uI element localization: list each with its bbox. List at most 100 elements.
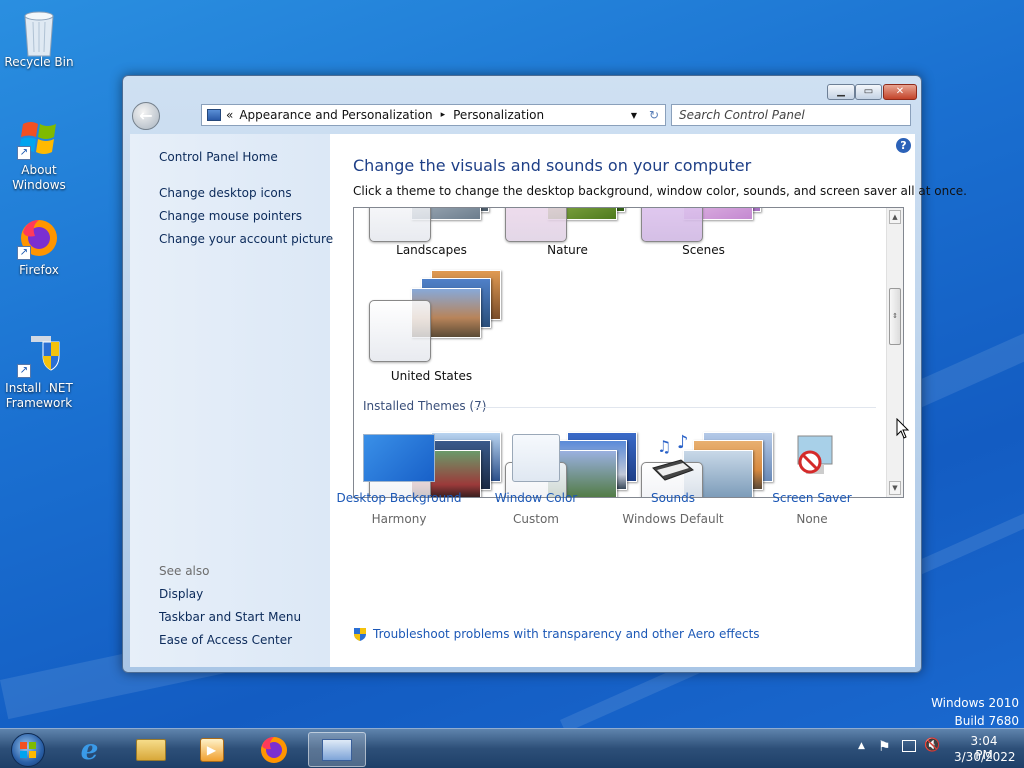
- see-also-taskbar[interactable]: Taskbar and Start Menu: [159, 610, 301, 624]
- breadcrumb-chevrons[interactable]: «: [226, 108, 233, 122]
- desktop-background-icon: [363, 434, 435, 482]
- minimize-icon: ▁: [837, 86, 845, 97]
- theme-list-scrollbar[interactable]: ▲ ⇕ ▼: [886, 208, 903, 497]
- troubleshoot-text[interactable]: Troubleshoot problems with transparency …: [373, 627, 760, 641]
- content-area: Control Panel Home Change desktop icons …: [130, 134, 967, 667]
- taskbar-windows-explorer[interactable]: [123, 732, 178, 767]
- theme-landscapes-label[interactable]: Landscapes: [354, 243, 509, 257]
- desktop-icon-label: Install .NET Framework: [5, 381, 73, 410]
- mouse-cursor-icon: [896, 417, 910, 443]
- taskbar-firefox[interactable]: [246, 732, 301, 767]
- watermark-line1: Windows 2010: [931, 696, 1019, 710]
- breadcrumb-separator[interactable]: ▸: [441, 110, 446, 120]
- scroll-down-icon[interactable]: ▼: [889, 481, 901, 495]
- help-icon[interactable]: ?: [896, 138, 911, 153]
- breadcrumb-personalization[interactable]: Personalization: [453, 108, 544, 122]
- sidebar-control-panel-home[interactable]: Control Panel Home: [159, 150, 278, 164]
- minimize-button[interactable]: ▁: [827, 84, 855, 100]
- window-color-value: Custom: [513, 512, 559, 526]
- back-button[interactable]: ←: [132, 102, 160, 130]
- troubleshoot-link[interactable]: Troubleshoot problems with transparency …: [353, 626, 760, 641]
- sounds-link[interactable]: ♫ ♪ Sounds Windows Default: [604, 432, 742, 526]
- section-divider: [474, 407, 876, 408]
- media-player-icon: ▶: [199, 737, 224, 762]
- shortcut-arrow-icon: ↗: [17, 364, 31, 378]
- sounds-value: Windows Default: [622, 512, 724, 526]
- sidebar-change-desktop-icons[interactable]: Change desktop icons: [159, 186, 292, 200]
- desktop-icon-firefox[interactable]: ↗ Firefox: [4, 216, 74, 278]
- maximize-icon: ▭: [863, 86, 874, 97]
- shortcut-arrow-icon: ↗: [17, 146, 31, 160]
- see-also-ease-of-access[interactable]: Ease of Access Center: [159, 633, 292, 647]
- clock-date[interactable]: 3/30/2022: [954, 750, 1016, 764]
- taskbar: e ▶ ▲ ⚑ 🔇 3:04 PM 3/30/2022: [0, 728, 1024, 768]
- screen-saver-value: None: [796, 512, 828, 526]
- theme-nature-label[interactable]: Nature: [490, 243, 645, 257]
- firefox-icon: ↗: [17, 216, 61, 260]
- search-input[interactable]: Search Control Panel: [671, 104, 911, 126]
- system-tray: ▲ ⚑ 🔇 3:04 PM 3/30/2022: [834, 729, 1024, 768]
- window-color-icon: [512, 434, 560, 482]
- theme-united-states[interactable]: [369, 268, 501, 364]
- theme-scenes-label[interactable]: Scenes: [626, 243, 781, 257]
- back-arrow-icon: ←: [139, 106, 153, 125]
- window-color-title[interactable]: Window Color: [467, 491, 605, 505]
- close-button[interactable]: ✕: [883, 84, 917, 100]
- windows-logo-icon: ↗: [17, 116, 61, 160]
- build-watermark: Windows 2010 Build 7680: [931, 694, 1019, 730]
- shield-installer-icon: ↗: [17, 334, 61, 378]
- refresh-icon[interactable]: ↻: [649, 108, 659, 122]
- desktop-icon-install-dotnet[interactable]: ↗ Install .NET Framework: [4, 334, 74, 411]
- control-panel-icon: [322, 738, 352, 761]
- installed-themes-heading: Installed Themes (7): [363, 399, 487, 413]
- theme-united-states-label[interactable]: United States: [354, 369, 509, 383]
- firefox-icon: [260, 736, 287, 763]
- scroll-thumb[interactable]: ⇕: [889, 288, 901, 345]
- screen-saver-title[interactable]: Screen Saver: [743, 491, 881, 505]
- personalization-window: ▁ ▭ ✕ ← « Appearance and Personalization…: [122, 75, 967, 673]
- taskbar-control-panel[interactable]: [308, 732, 366, 767]
- sidebar: Control Panel Home Change desktop icons …: [130, 134, 333, 667]
- action-center-flag-icon[interactable]: ⚑: [878, 739, 891, 755]
- svg-text:♪: ♪: [677, 434, 689, 453]
- taskbar-internet-explorer[interactable]: e: [62, 732, 117, 767]
- screen-saver-link[interactable]: Screen Saver None: [743, 434, 881, 526]
- internet-explorer-icon: e: [80, 733, 99, 766]
- maximize-button[interactable]: ▭: [855, 84, 882, 100]
- desktop-icon-recycle-bin[interactable]: Recycle Bin: [4, 8, 74, 70]
- address-dropdown-icon[interactable]: ▼: [631, 111, 637, 120]
- desktop-icon-label: Firefox: [19, 263, 59, 277]
- desktop-icon-label: About Windows: [12, 163, 66, 192]
- main-panel: ? Change the visuals and sounds on your …: [330, 134, 967, 667]
- desktop-background-value: Harmony: [371, 512, 427, 526]
- volume-muted-icon[interactable]: 🔇: [924, 738, 940, 753]
- windows-explorer-icon: [135, 738, 166, 761]
- desktop-background-link[interactable]: Desktop Background Harmony: [330, 434, 468, 526]
- breadcrumb-appearance[interactable]: Appearance and Personalization: [239, 108, 432, 122]
- show-hidden-icons-icon[interactable]: ▲: [858, 741, 865, 751]
- see-also-display[interactable]: Display: [159, 587, 203, 601]
- shield-icon: [353, 626, 367, 641]
- sidebar-change-account-picture[interactable]: Change your account picture: [159, 232, 333, 246]
- control-panel-icon: [207, 109, 221, 121]
- sounds-icon: ♫ ♪: [637, 432, 709, 482]
- sidebar-change-mouse-pointers[interactable]: Change mouse pointers: [159, 209, 302, 223]
- window-color-link[interactable]: Window Color Custom: [467, 434, 605, 526]
- sounds-title[interactable]: Sounds: [604, 491, 742, 505]
- start-button[interactable]: [0, 732, 56, 767]
- see-also-heading: See also: [159, 564, 210, 578]
- taskbar-media-player[interactable]: ▶: [184, 732, 239, 767]
- page-subtitle: Click a theme to change the desktop back…: [353, 184, 967, 198]
- start-orb-icon: [11, 732, 45, 767]
- desktop-background-title[interactable]: Desktop Background: [330, 491, 468, 505]
- scroll-up-icon[interactable]: ▲: [889, 210, 901, 224]
- network-icon[interactable]: [902, 740, 916, 752]
- address-bar[interactable]: « Appearance and Personalization ▸ Perso…: [201, 104, 666, 126]
- close-icon: ✕: [895, 86, 905, 97]
- desktop-icon-about-windows[interactable]: ↗ About Windows: [4, 116, 74, 193]
- svg-text:♫: ♫: [657, 437, 671, 456]
- screen-saver-icon: [776, 434, 848, 482]
- page-title: Change the visuals and sounds on your co…: [353, 156, 752, 175]
- shortcut-arrow-icon: ↗: [17, 246, 31, 260]
- recycle-bin-icon: [17, 8, 61, 57]
